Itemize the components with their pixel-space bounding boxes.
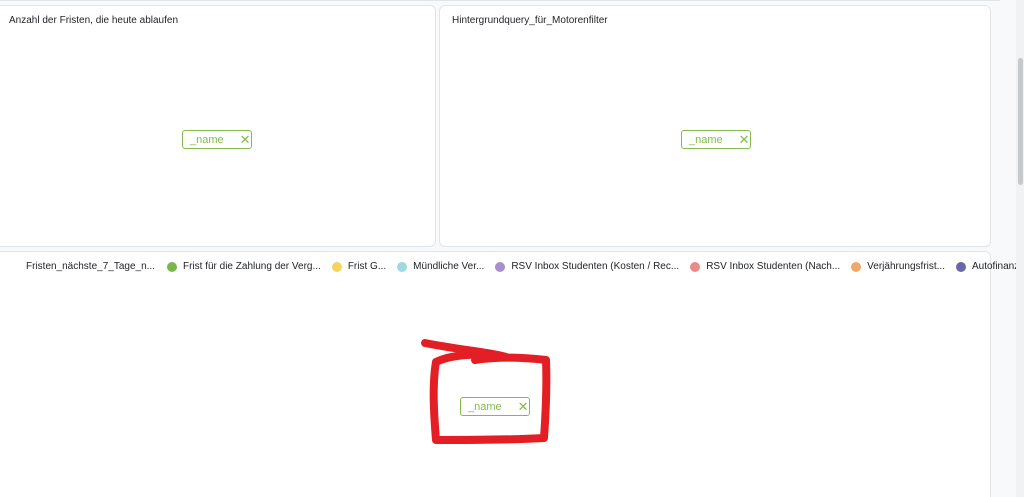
card-fristen-7-tage[interactable]: Fristen_nächste_7_Tage_n... Frist für di… <box>0 251 1024 497</box>
scrollbar-thumb[interactable] <box>1018 58 1023 185</box>
legend-item-label: RSV Inbox Studenten (Nach... <box>706 261 841 272</box>
legend-item-label: RSV Inbox Studenten (Kosten / Rec... <box>511 261 680 272</box>
filter-tag-label: _name <box>468 400 502 413</box>
legend-item-label: Frist für die Zahlung der Verg... <box>182 261 321 272</box>
legend-item-label: Verjährungsfrist... <box>867 261 945 272</box>
card-hintergrundquery[interactable]: Hintergrundquery_für_Motorenfilter _name… <box>439 5 991 247</box>
chart-legend: Fristen_nächste_7_Tage_n... Frist für di… <box>26 261 1024 272</box>
legend-item[interactable]: Mündliche Ver... <box>397 261 484 272</box>
legend-item-label: Mündliche Ver... <box>413 261 485 272</box>
card-title: Anzahl der Fristen, die heute ablaufen <box>9 15 178 26</box>
legend-color-dot <box>166 261 177 272</box>
legend-item[interactable]: RSV Inbox Studenten (Nach... <box>690 261 840 272</box>
legend-item[interactable]: Frist für die Zahlung der Verg... <box>166 261 321 272</box>
filter-tag[interactable]: _name ✕ <box>182 130 252 149</box>
dashboard-page: Anzahl der Fristen, die heute ablaufen _… <box>0 0 1024 497</box>
legend-color-dot <box>397 261 408 272</box>
legend-item[interactable]: Frist G... <box>331 261 387 272</box>
close-icon[interactable]: ✕ <box>739 133 750 146</box>
close-icon[interactable]: ✕ <box>518 400 529 413</box>
legend-color-dot <box>690 261 701 272</box>
legend-color-dot <box>851 261 862 272</box>
legend-item[interactable]: Autofinanzierung ... <box>955 261 1024 272</box>
filter-tag[interactable]: _name ✕ <box>681 130 751 149</box>
filter-tag-label: _name <box>689 133 723 146</box>
filter-tag[interactable]: _name ✕ <box>460 397 530 416</box>
legend-item[interactable]: Verjährungsfrist... <box>851 261 945 272</box>
legend-color-dot <box>955 261 966 272</box>
legend-color-dot <box>495 261 506 272</box>
filter-tag-label: _name <box>190 133 224 146</box>
close-icon[interactable]: ✕ <box>240 133 251 146</box>
header-divider <box>0 0 1000 1</box>
legend-item-label: Frist G... <box>347 261 387 272</box>
card-title: Hintergrundquery_für_Motorenfilter <box>452 15 608 26</box>
legend-color-dot <box>331 261 342 272</box>
scrollbar[interactable] <box>1016 0 1024 497</box>
card-fristen-heute[interactable]: Anzahl der Fristen, die heute ablaufen _… <box>0 5 436 247</box>
legend-item[interactable]: RSV Inbox Studenten (Kosten / Rec... <box>495 261 679 272</box>
legend-series-title: Fristen_nächste_7_Tage_n... <box>26 261 155 272</box>
